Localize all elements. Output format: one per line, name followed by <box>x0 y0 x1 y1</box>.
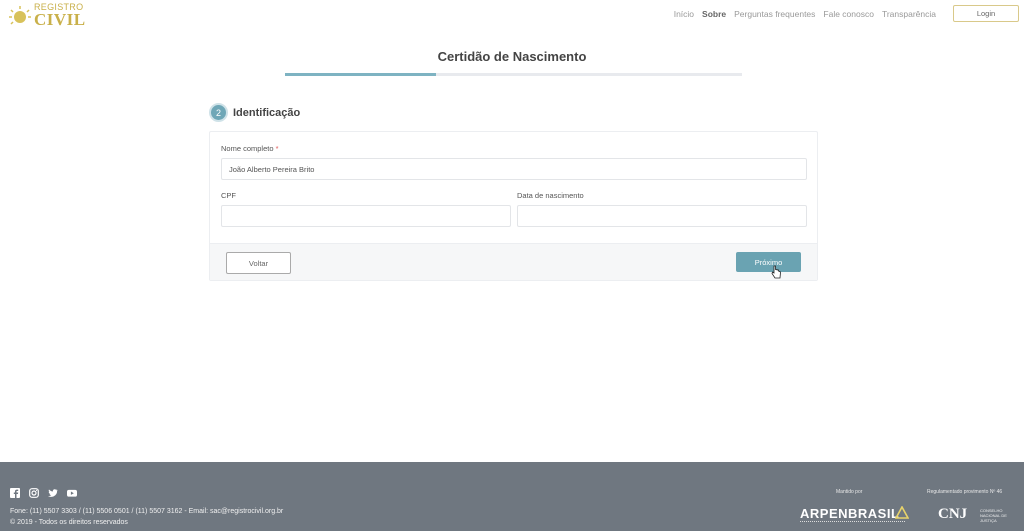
facebook-icon[interactable] <box>10 488 20 498</box>
step-number-badge: 2 <box>209 103 228 122</box>
arpen-mark-icon <box>895 506 909 519</box>
name-label-text: Nome completo <box>221 144 274 153</box>
nav-item-perguntas[interactable]: Perguntas frequentes <box>734 9 815 19</box>
nav-item-transparencia[interactable]: Transparência <box>882 9 936 19</box>
birth-date-label: Data de nascimento <box>517 191 584 200</box>
birth-date-field[interactable] <box>517 205 807 227</box>
required-mark: * <box>275 144 279 153</box>
cnj-full-name: CONSELHO NACIONAL DE JUSTIÇA <box>980 508 1007 523</box>
contact-info: Fone: (11) 5507 3303 / (11) 5506 0501 / … <box>10 508 284 515</box>
social-links <box>10 488 77 498</box>
page-title: Certidão de Nascimento <box>437 49 587 64</box>
next-button[interactable]: Próximo <box>736 252 801 272</box>
cnj-logo[interactable]: CNJ <box>938 506 967 523</box>
step-title: Identificação <box>233 107 301 119</box>
arpen-underline <box>800 521 905 524</box>
logo-main-text: CIVIL <box>34 10 86 29</box>
regulation-label: Regulamentado provimento Nº 46 <box>927 489 1003 495</box>
nav-item-sobre[interactable]: Sobre <box>702 9 726 19</box>
name-label: Nome completo * <box>221 144 279 153</box>
instagram-icon[interactable] <box>29 488 39 498</box>
hand-cursor-icon <box>771 265 781 279</box>
sun-logo-icon <box>9 6 31 25</box>
youtube-icon[interactable] <box>67 488 77 498</box>
nav-item-inicio[interactable]: Início <box>674 9 694 19</box>
main-nav: Início Sobre Perguntas frequentes Fale c… <box>674 9 936 19</box>
cpf-label: CPF <box>221 191 236 200</box>
form-actions: Voltar Próximo <box>210 243 817 280</box>
login-button[interactable]: Login <box>953 5 1019 22</box>
cpf-field[interactable] <box>221 205 511 227</box>
top-header: REGISTRO CIVIL Início Sobre Perguntas fr… <box>0 0 1024 30</box>
nav-item-fale-conosco[interactable]: Fale conosco <box>823 9 874 19</box>
back-button[interactable]: Voltar <box>226 252 291 274</box>
arpen-brasil-logo[interactable]: ARPENBRASIL <box>800 506 899 521</box>
progress-bar <box>285 73 742 76</box>
identification-form: Nome completo * João Alberto Pereira Bri… <box>209 131 818 281</box>
full-name-field[interactable]: João Alberto Pereira Brito <box>221 158 807 180</box>
registro-civil-logo[interactable]: REGISTRO CIVIL <box>8 2 85 29</box>
copyright-text: © 2019 - Todos os direitos reservados <box>10 519 128 526</box>
site-footer: Fone: (11) 5507 3303 / (11) 5506 0501 / … <box>0 462 1024 531</box>
maintained-by-label: Mantido por <box>836 489 863 495</box>
twitter-icon[interactable] <box>48 488 58 498</box>
progress-fill <box>285 73 436 76</box>
